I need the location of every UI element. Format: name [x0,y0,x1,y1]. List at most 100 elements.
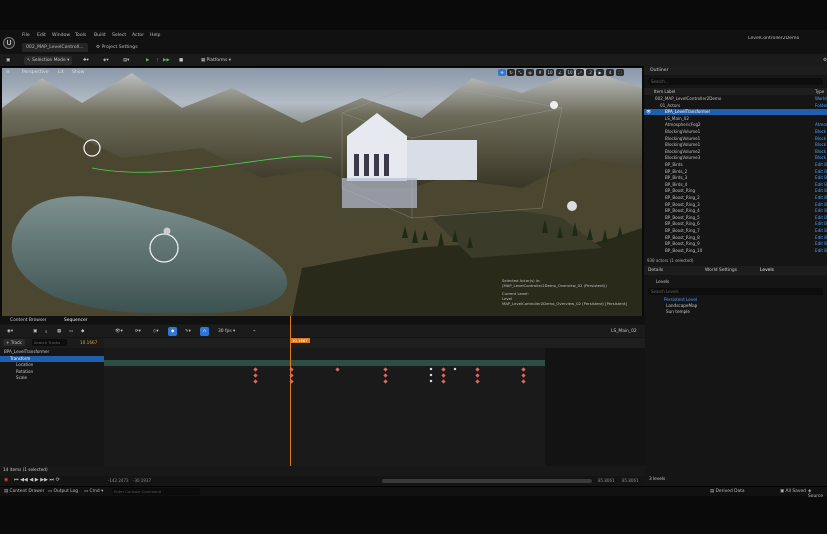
grid-size-icon[interactable]: 10 [546,69,554,76]
outliner-row[interactable]: AtmosphericFog2 Atmos [644,122,827,128]
tab-details[interactable]: Details [648,268,663,273]
timeline-scrollbar[interactable] [382,479,592,483]
keyframe-marker[interactable] [253,373,258,378]
outliner-row[interactable]: BlockingVolume1 Block [644,142,827,148]
show-button[interactable]: Show [72,70,84,75]
keyframe-marker[interactable] [289,379,294,384]
keyframe-area[interactable] [104,316,645,476]
outliner-row[interactable]: BP_Birds_4 Edit Bl [644,182,827,188]
visibility-icon[interactable]: 👁 [646,109,651,115]
keyframe-marker[interactable] [429,373,433,377]
viewport-menu-icon[interactable]: ≡ [6,70,10,75]
key-options-icon[interactable]: ◇▾ [150,327,162,336]
keyframe-marker[interactable] [429,367,433,371]
outliner-row[interactable]: LS_Main_02 [644,116,827,122]
keyframe-marker[interactable] [383,367,388,372]
scale-size-icon[interactable]: .2 [586,69,594,76]
playhead-label[interactable]: 10.1667 [290,338,310,343]
move-icon[interactable]: ✥ [498,69,506,76]
keyframe-marker[interactable] [521,367,526,372]
keyframe-marker[interactable] [475,379,480,384]
source-control-button[interactable]: ◈ Source [808,489,827,499]
outliner-row[interactable]: BP_Boost_Ring_4 Edit Bl [644,208,827,214]
playback-options-icon[interactable]: ⟳▾ [132,327,144,336]
render-icon[interactable]: ▦ [54,327,64,336]
outliner-row-type[interactable]: Edit Bl [815,188,827,193]
menu-window[interactable]: Window [52,33,70,38]
rotation-size-icon[interactable]: 10 [566,69,574,76]
derived-data-button[interactable]: ▤ Derived Data [710,489,745,494]
outliner-row-type[interactable]: Edit Bl [815,228,827,233]
outliner-row[interactable]: BP_Birds_2 Edit Bl [644,169,827,175]
outliner-row[interactable]: 01_Actors Folder [644,103,827,109]
snap-magnet-icon[interactable]: ∩ [200,327,210,336]
outliner-row-type[interactable]: Edit Bl [815,241,827,246]
outliner-row[interactable]: BP_Boost_Ring_7 Edit Bl [644,228,827,234]
outliner-row[interactable]: BlockingVolume1 Block [644,129,827,135]
console-input[interactable]: Enter Console Command [112,488,200,495]
tab-world-settings[interactable]: World Settings [705,268,737,273]
outliner-row[interactable]: BP_Boost_Ring_5 Edit Bl [644,215,827,221]
current-time[interactable]: 10.1667 [80,340,97,345]
output-log-button[interactable]: ▭ Output Log [48,489,78,494]
lit-button[interactable]: Lit [58,70,64,75]
platforms-dropdown[interactable]: ▦ Platforms ▾ [198,56,234,65]
perspective-button[interactable]: Perspective [22,70,49,75]
unreal-logo-icon[interactable]: U [3,37,15,49]
menu-edit[interactable]: Edit [37,33,46,38]
play-icon[interactable]: ▶ [143,56,152,65]
col-item-label[interactable]: Item Label [654,89,675,94]
edit-curves-icon[interactable]: ✎▾ [182,327,194,336]
outliner-row[interactable]: BP_Boost_Ring_6 Edit Bl [644,221,827,227]
fps-dropdown[interactable]: 30 fps ▾ [215,327,238,336]
save-icon[interactable]: ▣ [3,56,13,65]
auto-key-icon[interactable]: ◆ [168,327,178,336]
outliner-row-type[interactable]: Edit Bl [815,208,827,213]
outliner-row[interactable]: BP_Boost_Ring_10 Edit Bl [644,248,827,254]
levels-search[interactable]: Search Levels [648,288,823,295]
outliner-row-type[interactable]: Edit Bl [815,195,827,200]
outliner-row[interactable]: BlockingVolume2 Block [644,149,827,155]
keyframe-marker[interactable] [429,379,433,383]
menu-select[interactable]: Select [112,33,126,38]
outliner-row-type[interactable]: Edit Bl [815,162,827,167]
outliner-row-type[interactable]: Edit Bl [815,202,827,207]
keyframe-marker[interactable] [253,367,258,372]
keyframe-marker[interactable] [521,379,526,384]
tab-sequencer[interactable]: Sequencer [64,318,87,323]
track-row[interactable]: Transform [0,355,104,362]
menu-actor[interactable]: Actor [132,33,144,38]
content-drawer-button[interactable]: ▤ Content Drawer [4,489,44,494]
menu-tools[interactable]: Tools [75,33,86,38]
outliner-row-type[interactable]: Edit Bl [815,175,827,180]
outliner-row-type[interactable]: Edit Bl [815,248,827,253]
outliner-row-type[interactable]: Edit Bl [815,235,827,240]
all-saved-button[interactable]: ▣ All Saved [780,489,806,494]
selection-mode-dropdown[interactable]: ↖ Selection Mode ▾ [24,56,73,65]
outliner-row-type[interactable]: Block [815,136,826,141]
outliner-row[interactable]: BP_Boost_Ring_8 Edit Bl [644,235,827,241]
keyframe-marker[interactable] [475,367,480,372]
keyframe-marker[interactable] [441,379,446,384]
keyframe-marker[interactable] [441,373,446,378]
simulate-icon[interactable]: ▶▶ [160,56,173,65]
scale-icon[interactable]: ⤡ [516,69,524,76]
keyframe-marker[interactable] [289,373,294,378]
angle-snap-icon[interactable]: ∠ [556,69,564,76]
keyframe-marker[interactable] [441,367,446,372]
find-icon[interactable]: ⌕ [42,327,50,336]
outliner-row[interactable]: BP_Boost_Ring Edit Bl [644,188,827,194]
outliner-row-type[interactable]: Atmos [815,122,827,127]
snap-icon[interactable]: # [536,69,544,76]
outliner-row[interactable]: BP_Boost_Ring_2 Edit Bl [644,195,827,201]
outliner-row-type[interactable]: Block [815,155,826,160]
timeline-ruler[interactable]: 10.1667 [104,338,645,348]
keyframe-marker[interactable] [383,373,388,378]
add-actor-icon[interactable]: ✚▾ [80,56,92,65]
menu-build[interactable]: Build [94,33,106,38]
outliner-row[interactable]: BP_Boost_Ring_9 Edit Bl [644,241,827,247]
cinematics-icon[interactable]: ▤▾ [120,56,132,65]
outliner-row-type[interactable]: Edit Bl [815,182,827,187]
track-row[interactable]: Location [0,362,104,368]
outliner-row-type[interactable]: Edit Bl [815,169,827,174]
